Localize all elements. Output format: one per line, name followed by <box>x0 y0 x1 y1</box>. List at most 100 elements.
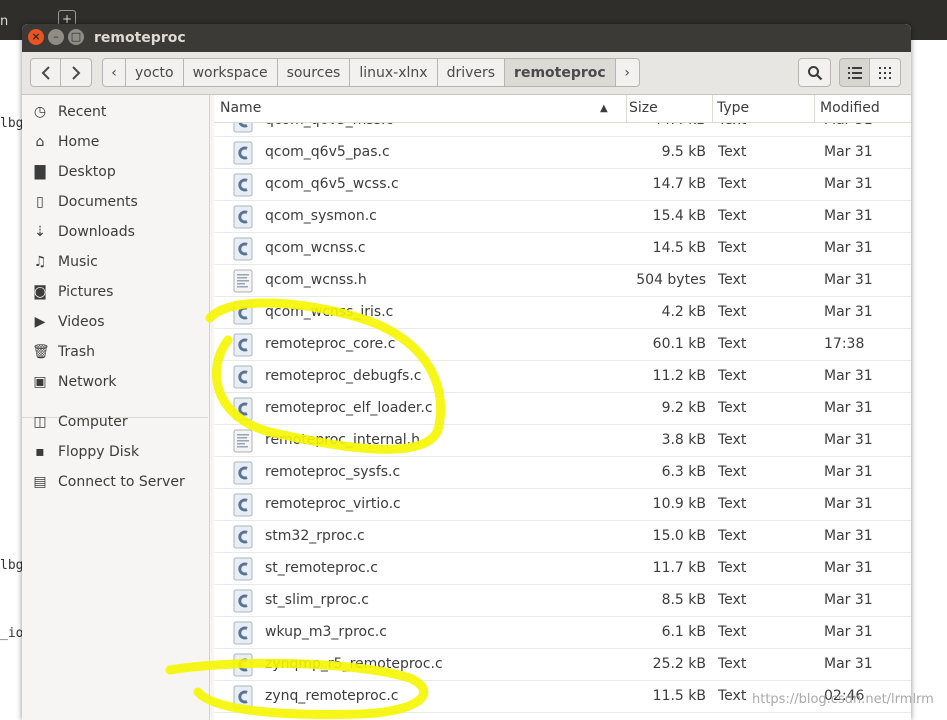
sidebar-item-connect-to-server[interactable]: ▤ Connect to Server <box>22 467 208 497</box>
file-modified: Mar 31 <box>824 592 873 608</box>
file-row[interactable]: qcom_q6v5_wcss.c 14.7 kB Text Mar 31 <box>214 169 911 201</box>
file-type: Text <box>718 656 747 672</box>
file-row[interactable]: qcom_wcnss_iris.c 4.2 kB Text Mar 31 <box>214 297 911 329</box>
file-size: 60.1 kB <box>652 336 706 352</box>
file-row[interactable]: remoteproc_internal.h 3.8 kB Text Mar 31 <box>214 425 911 457</box>
column-header-type[interactable]: Type <box>711 95 815 122</box>
breadcrumb-item-remoteproc[interactable]: remoteproc <box>505 58 616 87</box>
file-size: 11.5 kB <box>652 688 706 704</box>
sidebar-item-documents[interactable]: ▯ Documents <box>22 187 208 217</box>
minimize-window-button[interactable]: – <box>48 29 64 45</box>
list-view-icon <box>847 66 862 79</box>
sidebar-item-label: Downloads <box>58 224 135 240</box>
sidebar-item-trash[interactable]: 🗑 Trash <box>22 337 208 367</box>
file-row[interactable]: st_slim_rproc.c 8.5 kB Text Mar 31 <box>214 585 911 617</box>
background-terminal-left: lbg lbg _io <box>0 40 23 720</box>
file-type: Text <box>718 336 747 352</box>
file-row[interactable]: qcom_wcnss.h 504 bytes Text Mar 31 <box>214 265 911 297</box>
file-name: zynqmp_r5_remoteproc.c <box>265 656 443 672</box>
file-row[interactable]: remoteproc_sysfs.c 6.3 kB Text Mar 31 <box>214 457 911 489</box>
file-row[interactable]: zynqmp_r5_remoteproc.c 25.2 kB Text Mar 31 <box>214 649 911 681</box>
file-type: Text <box>718 528 747 544</box>
file-row[interactable]: qcom_q6v5_mss.c 44.4 kB Text Mar 31 <box>214 123 911 137</box>
maximize-window-button[interactable]: □ <box>68 29 84 45</box>
c-source-file-icon <box>232 333 254 357</box>
file-size: 9.5 kB <box>661 144 706 160</box>
c-source-file-icon <box>232 653 254 677</box>
breadcrumb-item-sources[interactable]: sources <box>277 58 351 87</box>
search-button[interactable] <box>798 58 831 87</box>
breadcrumb-item-workspace[interactable]: workspace <box>183 58 278 87</box>
file-list: Name ▲ Size Type Modified qcom_q6v5_mss.… <box>214 95 911 720</box>
window-title: remoteproc <box>94 30 186 46</box>
back-button[interactable] <box>30 58 61 87</box>
file-name: remoteproc_core.c <box>265 336 396 352</box>
home-icon: ⌂ <box>35 134 45 150</box>
c-source-file-icon <box>232 525 254 549</box>
file-row[interactable]: qcom_sysmon.c 15.4 kB Text Mar 31 <box>214 201 911 233</box>
breadcrumb-scroll-left-button[interactable]: ‹ <box>102 58 126 87</box>
file-type: Text <box>718 240 747 256</box>
sidebar-item-desktop[interactable]: ▇ Desktop <box>22 157 208 187</box>
file-rows: qcom_q6v5_mss.c44.4 kBTextMar 31qcom_q6v… <box>214 123 911 720</box>
file-name: st_slim_rproc.c <box>265 592 369 608</box>
file-modified: Mar 31 <box>824 400 873 416</box>
file-name: qcom_q6v5_mss.c <box>265 123 393 128</box>
grid-view-button[interactable] <box>870 58 901 87</box>
text-file-icon <box>232 429 254 453</box>
sidebar-item-downloads[interactable]: ⇣ Downloads <box>22 217 208 247</box>
breadcrumb-item-linux-xlnx[interactable]: linux-xlnx <box>350 58 438 87</box>
search-icon <box>807 65 822 80</box>
list-view-button[interactable] <box>839 58 870 87</box>
c-source-file-icon <box>232 621 254 645</box>
sidebar-item-floppy-disk[interactable]: ▪ Floppy Disk <box>22 437 208 467</box>
column-header-name[interactable]: Name <box>214 95 627 122</box>
c-source-file-icon <box>232 557 254 581</box>
file-size: 6.3 kB <box>661 464 706 480</box>
file-row[interactable]: remoteproc_debugfs.c 11.2 kB Text Mar 31 <box>214 361 911 393</box>
file-modified: Mar 31 <box>824 496 873 512</box>
c-source-file-icon <box>232 461 254 485</box>
file-row[interactable]: remoteproc_core.c 60.1 kB Text 17:38 <box>214 329 911 361</box>
c-source-file-icon <box>232 237 254 261</box>
sidebar-item-label: Videos <box>58 314 105 330</box>
forward-button[interactable] <box>61 58 92 87</box>
file-row[interactable]: st_remoteproc.c 11.7 kB Text Mar 31 <box>214 553 911 585</box>
file-type: Text <box>718 592 747 608</box>
folder-icon: ▇ <box>34 164 46 180</box>
chevron-right-icon <box>72 65 81 80</box>
sidebar-item-recent[interactable]: ◷ Recent <box>22 97 208 127</box>
sidebar-item-pictures[interactable]: ◙ Pictures <box>22 277 208 307</box>
file-type: Text <box>718 400 747 416</box>
file-row[interactable]: remoteproc_elf_loader.c 9.2 kB Text Mar 31 <box>214 393 911 425</box>
file-name: qcom_wcnss.c <box>265 240 366 256</box>
title-bar[interactable]: × – □ remoteproc <box>22 24 911 52</box>
breadcrumb-scroll-right-button[interactable]: › <box>615 58 640 87</box>
sidebar-item-home[interactable]: ⌂ Home <box>22 127 208 157</box>
column-header-size[interactable]: Size <box>623 95 713 122</box>
breadcrumb-item-yocto[interactable]: yocto <box>126 58 184 87</box>
breadcrumb-item-drivers[interactable]: drivers <box>437 58 506 87</box>
close-window-button[interactable]: × <box>28 29 44 45</box>
file-modified: Mar 31 <box>824 464 873 480</box>
sidebar-item-videos[interactable]: ▶ Videos <box>22 307 208 337</box>
file-modified: Mar 31 <box>824 123 873 128</box>
trash-icon: 🗑 <box>32 344 50 360</box>
file-size: 10.9 kB <box>652 496 706 512</box>
file-row[interactable]: qcom_wcnss.c 14.5 kB Text Mar 31 <box>214 233 911 265</box>
file-type: Text <box>718 123 746 128</box>
sidebar-item-label: Pictures <box>58 284 114 300</box>
toolbar: ‹ yocto workspace sources linux-xlnx dri… <box>22 52 911 95</box>
file-row[interactable]: remoteproc_virtio.c 10.9 kB Text Mar 31 <box>214 489 911 521</box>
column-header-modified[interactable]: Modified <box>814 95 911 122</box>
file-modified: Mar 31 <box>824 240 873 256</box>
file-row[interactable]: qcom_q6v5_pas.c 9.5 kB Text Mar 31 <box>214 137 911 169</box>
sidebar-item-music[interactable]: ♫ Music <box>22 247 208 277</box>
sidebar-item-network[interactable]: ▣ Network <box>22 367 208 397</box>
file-modified: Mar 31 <box>824 624 873 640</box>
file-name: qcom_sysmon.c <box>265 208 377 224</box>
file-type: Text <box>718 304 747 320</box>
sidebar-item-computer[interactable]: ◫ Computer <box>22 407 208 437</box>
file-row[interactable]: stm32_rproc.c 15.0 kB Text Mar 31 <box>214 521 911 553</box>
file-row[interactable]: wkup_m3_rproc.c 6.1 kB Text Mar 31 <box>214 617 911 649</box>
